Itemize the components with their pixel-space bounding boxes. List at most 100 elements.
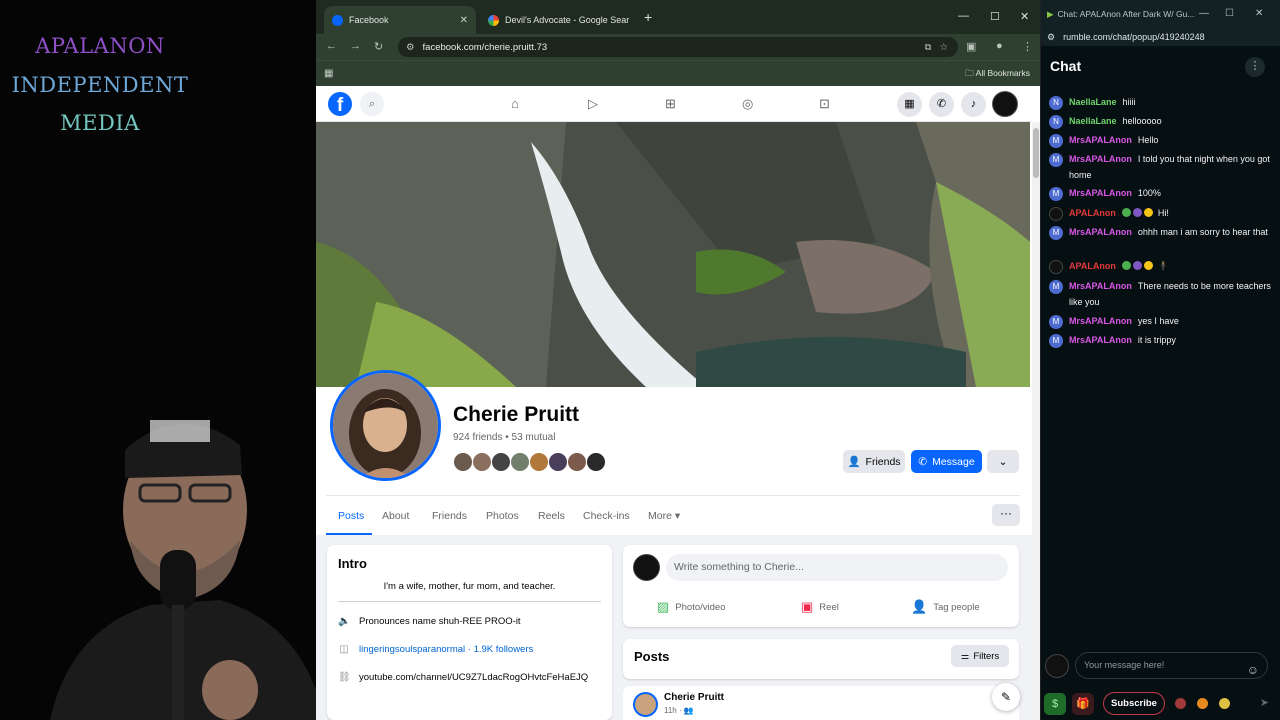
cover-photo[interactable] xyxy=(316,122,1030,387)
scrollbar-thumb[interactable] xyxy=(1033,128,1039,178)
friend-avatar[interactable] xyxy=(529,452,549,472)
close-window-icon[interactable]: ✕ xyxy=(1020,10,1029,23)
friend-avatar[interactable] xyxy=(453,452,473,472)
chat-username[interactable]: NaellaLane xyxy=(1069,116,1117,126)
user-avatar: M xyxy=(1049,134,1063,148)
chat-username[interactable]: APALAnon xyxy=(1069,261,1116,271)
tab-more[interactable]: More ▾ xyxy=(648,510,680,522)
marketplace-icon[interactable]: ⊞ xyxy=(665,96,676,112)
bookmark-star-icon[interactable]: ☆ xyxy=(939,42,948,53)
search-icon[interactable]: ⌕ xyxy=(360,92,384,116)
minimize-icon[interactable]: — xyxy=(958,10,969,22)
chat-message-input[interactable]: Your message here! ☺ xyxy=(1075,652,1268,679)
user-avatar: M xyxy=(1049,280,1063,294)
message-button[interactable]: ✆ Message xyxy=(911,450,982,473)
tab-posts[interactable]: Posts xyxy=(338,510,364,522)
friend-avatar[interactable] xyxy=(491,452,511,472)
friends-button-label: Friends xyxy=(865,455,901,468)
home-icon[interactable]: ⌂ xyxy=(511,96,519,111)
chat-username[interactable]: MrsAPALAnon xyxy=(1069,281,1132,291)
tab-photos[interactable]: Photos xyxy=(486,510,519,522)
composer-input[interactable]: Write something to Cherie... xyxy=(666,554,1008,581)
tab-friends[interactable]: Friends xyxy=(432,510,467,522)
more-actions-icon[interactable]: ··· xyxy=(992,504,1020,526)
chat-username[interactable]: MrsAPALAnon xyxy=(1069,227,1132,237)
chat-username[interactable]: MrsAPALAnon xyxy=(1069,154,1132,164)
site-info-icon[interactable]: ⚙ xyxy=(406,42,415,53)
photo-video-button[interactable]: ▨ Photo/video xyxy=(657,599,725,615)
tab-facebook[interactable]: Facebook ✕ xyxy=(324,6,476,34)
post-author[interactable]: Cherie Pruitt xyxy=(664,692,724,703)
chat-menu-icon[interactable]: ⋮ xyxy=(1245,57,1265,77)
filters-button[interactable]: ⚌ Filters xyxy=(951,645,1009,667)
facebook-logo-icon[interactable]: f xyxy=(328,92,352,116)
website-link[interactable]: youtube.com/channel/UC9Z7LdacRogOHvtcFeH… xyxy=(359,672,588,683)
page-scrollbar[interactable] xyxy=(1032,122,1040,720)
tab-about[interactable]: About xyxy=(382,510,409,522)
apps-grid-icon[interactable]: ▦ xyxy=(324,68,333,79)
maximize-icon[interactable]: ☐ xyxy=(990,10,1000,23)
menu-grid-icon[interactable]: ▦ xyxy=(897,92,922,117)
minimize-icon[interactable]: — xyxy=(1199,8,1209,19)
gaming-icon[interactable]: ⊡ xyxy=(819,96,830,112)
account-avatar[interactable] xyxy=(992,91,1018,117)
new-tab-icon[interactable]: + xyxy=(644,9,652,25)
tab-reels[interactable]: Reels xyxy=(538,510,565,522)
friend-avatar[interactable] xyxy=(510,452,530,472)
chevron-down-icon: ⌄ xyxy=(998,455,1008,468)
post-timestamp[interactable]: 11h · 👥 xyxy=(664,706,694,715)
groups-icon[interactable]: ◎ xyxy=(742,96,753,112)
more-options-button[interactable]: ⌄ xyxy=(987,450,1019,473)
chat-username[interactable]: MrsAPALAnon xyxy=(1069,335,1132,345)
folder-icon: 🗀 xyxy=(965,68,974,78)
reel-button[interactable]: ▣ Reel xyxy=(801,599,839,615)
all-bookmarks-link[interactable]: 🗀 All Bookmarks xyxy=(965,68,1030,82)
chat-username[interactable]: MrsAPALAnon xyxy=(1069,316,1132,326)
friend-avatar[interactable] xyxy=(548,452,568,472)
instagram-link[interactable]: lingeringsoulsparanormal · 1.9K follower… xyxy=(359,644,533,655)
badge-icon[interactable] xyxy=(1175,698,1186,709)
reload-icon[interactable]: ↻ xyxy=(374,40,383,53)
filters-label: Filters xyxy=(973,650,1000,662)
intro-instagram[interactable]: ◫ lingeringsoulsparanormal · 1.9K follow… xyxy=(338,644,533,655)
chat-username[interactable]: MrsAPALAnon xyxy=(1069,188,1132,198)
forward-icon[interactable]: → xyxy=(350,40,361,52)
messenger-icon[interactable]: ✆ xyxy=(929,92,954,117)
back-icon[interactable]: ← xyxy=(326,40,337,52)
notifications-bell-icon[interactable]: ♪ xyxy=(961,92,986,117)
tag-people-button[interactable]: 👤 Tag people xyxy=(911,599,980,615)
chat-url-bar: ⚙ rumble.com/chat/popup/419240248 xyxy=(1041,28,1280,46)
profile-picture[interactable] xyxy=(330,370,441,481)
chat-username[interactable]: NaellaLane xyxy=(1069,97,1117,107)
side-panel-icon[interactable]: ▣ xyxy=(966,40,976,53)
emoji-picker-icon[interactable]: ☺ xyxy=(1247,658,1259,683)
profile-icon[interactable]: ● xyxy=(996,40,1003,52)
subscribe-button[interactable]: Subscribe xyxy=(1103,692,1165,715)
new-message-icon[interactable]: ✎ xyxy=(992,683,1020,711)
close-tab-icon[interactable]: ✕ xyxy=(460,15,468,26)
coin-icon[interactable] xyxy=(1197,698,1208,709)
friend-avatar[interactable] xyxy=(586,452,606,472)
badge-icon xyxy=(1132,208,1142,217)
friend-avatar[interactable] xyxy=(472,452,492,472)
intro-website[interactable]: ⛓ youtube.com/channel/UC9Z7LdacRogOHvtcF… xyxy=(338,672,588,683)
gift-icon[interactable]: 🎁 xyxy=(1072,693,1094,715)
tab-google-search[interactable]: Devil's Advocate - Google Sear ✕ xyxy=(480,6,632,34)
install-icon[interactable]: ⧉ xyxy=(925,42,932,53)
post-author-avatar[interactable] xyxy=(633,692,658,717)
emote-icon[interactable] xyxy=(1219,698,1230,709)
close-window-icon[interactable]: ✕ xyxy=(1255,8,1263,19)
friend-avatar[interactable] xyxy=(567,452,587,472)
friends-count[interactable]: 924 friends • 53 mutual xyxy=(453,432,555,443)
video-icon[interactable]: ▷ xyxy=(588,96,598,112)
browser-menu-icon[interactable]: ⋮ xyxy=(1022,40,1033,53)
rant-dollar-icon[interactable]: $ xyxy=(1044,693,1066,715)
google-favicon-icon xyxy=(488,14,499,26)
friends-button[interactable]: 👤 Friends xyxy=(843,450,905,473)
chat-username[interactable]: APALAnon xyxy=(1069,208,1116,218)
address-bar[interactable]: ⚙ facebook.com/cherie.pruitt.73 ⧉ ☆ xyxy=(398,37,958,57)
maximize-icon[interactable]: ☐ xyxy=(1225,8,1234,19)
send-icon[interactable]: ➤ xyxy=(1260,696,1269,709)
tab-check-ins[interactable]: Check-ins xyxy=(583,510,630,522)
chat-username[interactable]: MrsAPALAnon xyxy=(1069,135,1132,145)
